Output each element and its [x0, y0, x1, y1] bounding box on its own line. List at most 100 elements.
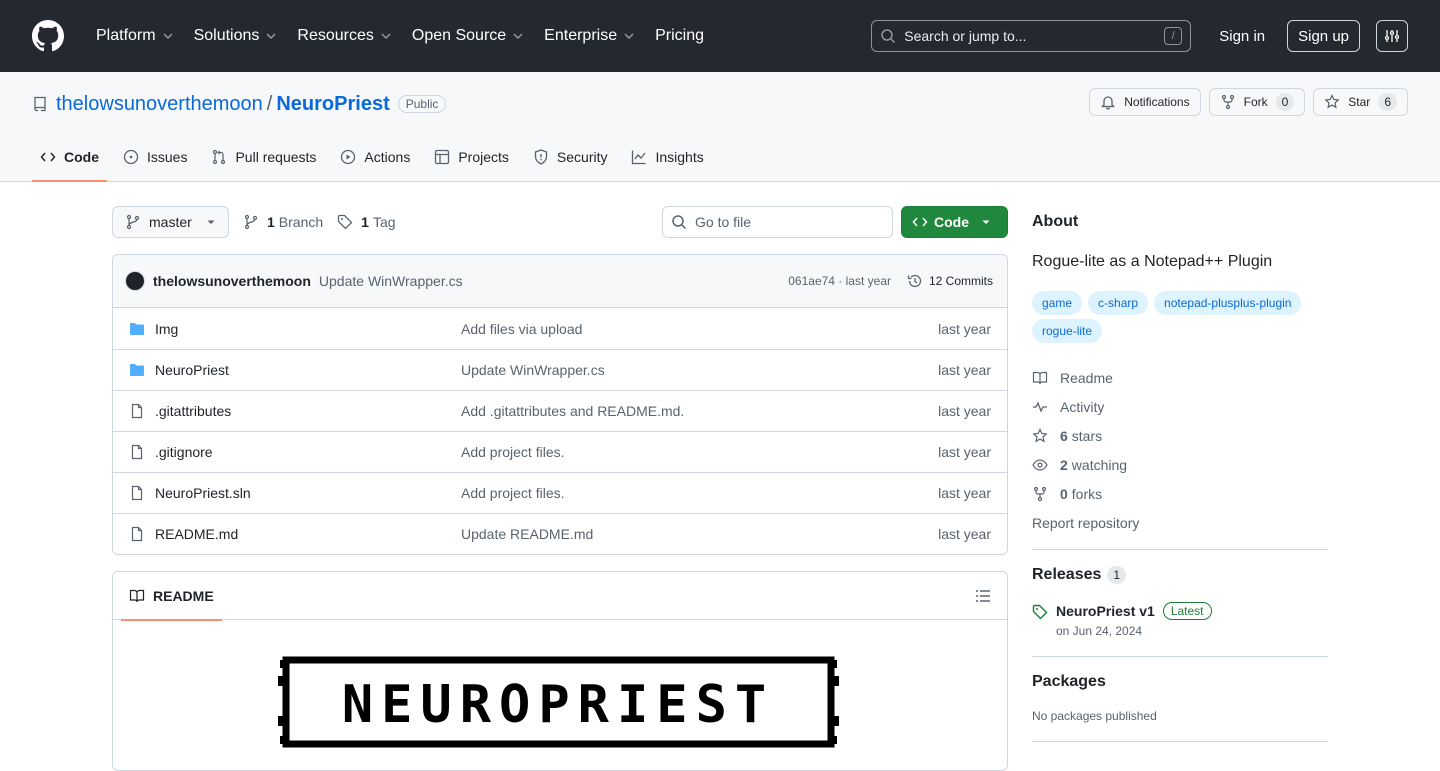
- sign-up-button[interactable]: Sign up: [1287, 20, 1360, 52]
- repo-owner-link[interactable]: thelowsunoverthemoon: [56, 93, 263, 116]
- nav-solutions[interactable]: Solutions: [186, 20, 288, 52]
- topic-tag[interactable]: notepad-plusplus-plugin: [1154, 291, 1302, 315]
- file-name: .gitignore: [155, 444, 213, 460]
- tab-pull-requests[interactable]: Pull requests: [203, 133, 324, 181]
- code-icon: [912, 217, 928, 227]
- avatar[interactable]: [125, 271, 145, 291]
- repository-header: thelowsunoverthemoon / NeuroPriest Publi…: [0, 72, 1440, 182]
- tab-label: Security: [556, 149, 608, 165]
- table-row: .gitattributes Add .gitattributes and REA…: [113, 390, 1007, 431]
- book-icon: [1032, 371, 1048, 384]
- commit-author-link[interactable]: thelowsunoverthemoon: [153, 273, 311, 289]
- star-button[interactable]: Star 6: [1313, 88, 1408, 116]
- nav-platform[interactable]: Platform: [88, 20, 184, 52]
- tag-label: Tag: [372, 214, 396, 230]
- pulse-icon: [1033, 400, 1047, 413]
- file-name-link[interactable]: NeuroPriest.sln: [129, 485, 461, 501]
- table-row: Img Add files via upload last year: [113, 308, 1007, 349]
- repo-name-link[interactable]: NeuroPriest: [276, 93, 389, 116]
- file-commit-message-link[interactable]: Update README.md: [461, 526, 938, 542]
- file-name: README.md: [155, 526, 239, 542]
- report-repository-link[interactable]: Report repository: [1032, 508, 1328, 537]
- readme-body: NEUROPRIEST: [113, 620, 1007, 770]
- nav-pricing[interactable]: Pricing: [647, 20, 712, 52]
- file-name-link[interactable]: NeuroPriest: [129, 362, 461, 378]
- branch-icon: [244, 214, 258, 230]
- file-name-link[interactable]: .gitignore: [129, 444, 461, 460]
- file-name: NeuroPriest.sln: [155, 485, 251, 501]
- fork-count: 0: [1275, 93, 1295, 111]
- global-nav: Platform Solutions Resources Open Source…: [88, 20, 714, 52]
- code-button-label: Code: [934, 214, 969, 230]
- stars-label: stars: [1071, 427, 1103, 444]
- go-to-file-input[interactable]: Go to file: [662, 206, 893, 238]
- file-commit-date: last year: [938, 485, 991, 501]
- topic-tag[interactable]: game: [1032, 291, 1083, 315]
- tags-link[interactable]: 1 Tag: [337, 214, 396, 230]
- tab-insights[interactable]: Insights: [623, 133, 711, 181]
- file-commit-date: last year: [938, 362, 991, 378]
- readme-link[interactable]: Readme: [1032, 363, 1328, 392]
- packages-heading[interactable]: Packages: [1032, 673, 1328, 691]
- branch-name: master: [149, 214, 192, 230]
- file-name-link[interactable]: README.md: [129, 526, 461, 542]
- tab-issues[interactable]: Issues: [115, 133, 195, 181]
- nav-label: Platform: [96, 27, 156, 44]
- search-input[interactable]: Search or jump to... /: [871, 20, 1192, 52]
- file-commit-message-link[interactable]: Add .gitattributes and README.md.: [461, 403, 938, 419]
- repo-path-separator: /: [266, 92, 273, 115]
- file-commit-message-link[interactable]: Add project files.: [461, 444, 938, 460]
- code-dropdown-button[interactable]: Code: [901, 206, 1008, 238]
- nav-resources[interactable]: Resources: [289, 20, 401, 52]
- topic-tag[interactable]: c-sharp: [1088, 291, 1149, 315]
- neuropriest-logo: NEUROPRIEST: [278, 656, 839, 748]
- file-commit-message-link[interactable]: Add files via upload: [461, 321, 938, 337]
- notifications-button[interactable]: Notifications: [1089, 88, 1201, 116]
- file-commit-message-link[interactable]: Add project files.: [461, 485, 938, 501]
- file-name-link[interactable]: Img: [129, 321, 461, 337]
- activity-link[interactable]: Activity: [1032, 392, 1328, 421]
- logo-lettering: NEUROPRIEST: [342, 675, 774, 735]
- github-logo-icon[interactable]: [32, 20, 64, 52]
- tab-actions[interactable]: Actions: [332, 133, 418, 181]
- file-toolbar: master 1 Branch 1 Tag Go to file Code: [112, 206, 1008, 238]
- table-row: README.md Update README.md last year: [113, 513, 1007, 554]
- file-commit-message-link[interactable]: Update WinWrapper.cs: [461, 362, 938, 378]
- nav-enterprise[interactable]: Enterprise: [536, 20, 645, 52]
- sliders-icon: [1385, 30, 1399, 42]
- file-name-link[interactable]: .gitattributes: [129, 403, 461, 419]
- topic-tag[interactable]: rogue-lite: [1032, 319, 1103, 343]
- tab-label: Issues: [147, 149, 188, 165]
- commit-message-link[interactable]: Update WinWrapper.cs: [319, 273, 463, 289]
- nav-label: Pricing: [655, 27, 704, 44]
- tab-projects[interactable]: Projects: [426, 133, 517, 181]
- book-icon: [129, 589, 145, 602]
- commits-history-link[interactable]: 12 Commits: [907, 273, 993, 289]
- chevron-down-icon: [163, 33, 173, 40]
- about-heading: About: [1032, 213, 1079, 230]
- forks-link[interactable]: 0 forks: [1032, 479, 1328, 508]
- stars-link[interactable]: 6 stars: [1032, 421, 1328, 450]
- commit-hash-date[interactable]: 061ae74 · last year: [788, 274, 891, 288]
- fork-icon: [1221, 94, 1234, 110]
- search-icon: [881, 29, 896, 44]
- search-icon: [672, 215, 687, 230]
- readme-tab[interactable]: README: [121, 572, 222, 621]
- list-toc-icon[interactable]: [975, 588, 991, 604]
- release-name[interactable]: NeuroPriest v1: [1056, 603, 1155, 619]
- branch-selector-button[interactable]: master: [112, 206, 229, 238]
- releases-heading[interactable]: Releases: [1032, 566, 1101, 584]
- repo-icon: [34, 96, 46, 112]
- latest-release[interactable]: NeuroPriest v1 Latest on Jun 24, 2024: [1032, 602, 1328, 638]
- tab-security[interactable]: Security: [525, 133, 616, 181]
- watching-link[interactable]: 2 watching: [1032, 450, 1328, 479]
- fork-button[interactable]: Fork 0: [1208, 88, 1306, 116]
- star-label: Star: [1348, 95, 1371, 109]
- settings-menu-button[interactable]: [1376, 20, 1408, 52]
- tab-code[interactable]: Code: [32, 133, 107, 182]
- sign-in-link[interactable]: Sign in: [1207, 28, 1277, 45]
- nav-open-source[interactable]: Open Source: [404, 20, 534, 52]
- visibility-badge: Public: [397, 95, 447, 113]
- branches-link[interactable]: 1 Branch: [243, 214, 323, 230]
- play-icon: [341, 149, 356, 165]
